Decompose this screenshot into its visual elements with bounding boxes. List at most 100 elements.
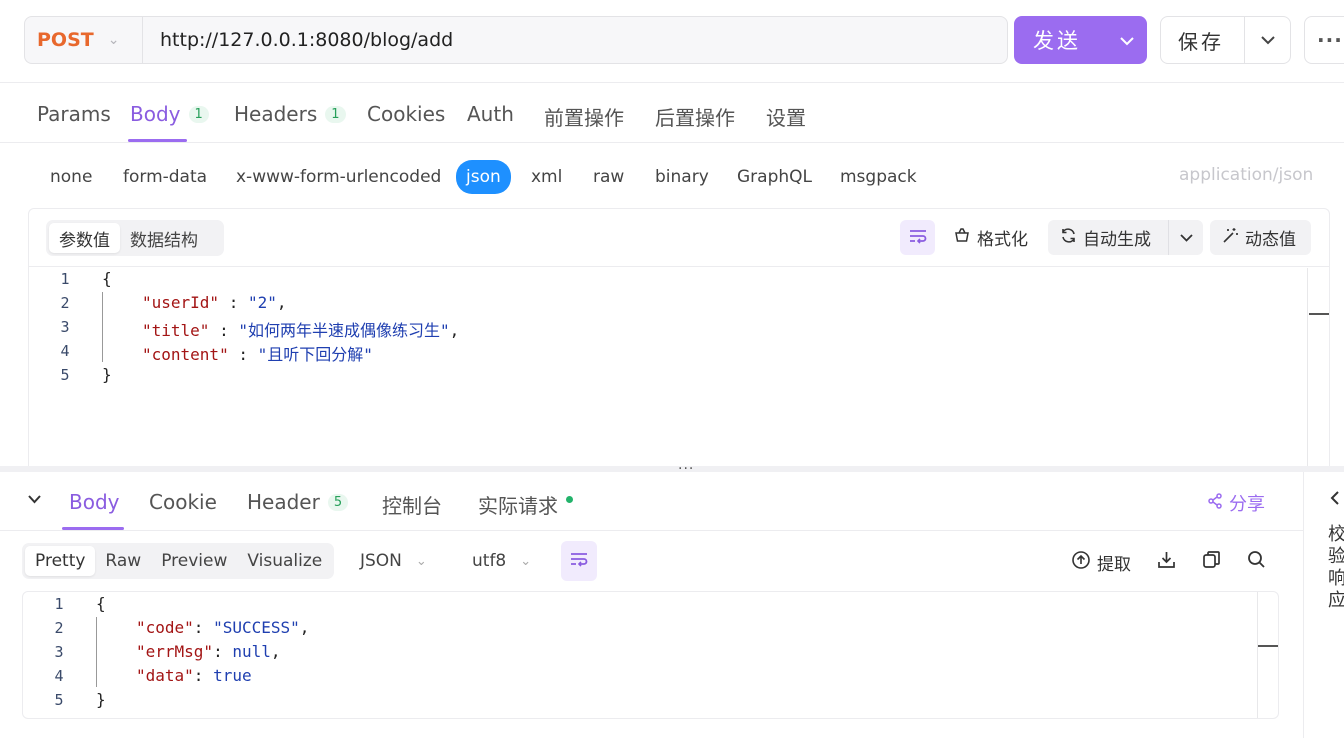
body-type-json[interactable]: json [456,160,511,194]
word-wrap-button[interactable] [561,541,597,581]
content-type-label: application/json [1179,165,1314,185]
line-number: 1 [60,270,70,288]
code-line: "title" : "如何两年半速成偶像练习生", [142,321,460,340]
json-key: "errMsg" [136,642,214,661]
auto-generate-button[interactable]: 自动生成 [1048,220,1203,255]
collapse-icon[interactable] [28,492,41,508]
method-label: POST [37,29,94,51]
count-badge: 1 [325,105,346,123]
tab-label: 设置 [766,106,806,130]
tab-cookies[interactable]: Cookies [367,102,445,126]
tab-label: Body [130,102,181,126]
tab-label: Headers [234,102,318,126]
response-tab-cookie[interactable]: Cookie [149,490,217,514]
chevron-down-icon: ⌄ [107,32,120,48]
tab-label: Cookie [149,490,217,514]
body-type-form-data[interactable]: form-data [123,165,207,189]
body-type-none[interactable]: none [50,165,92,189]
count-badge: 1 [188,105,209,123]
response-tab-body[interactable]: Body [69,490,120,514]
tab-post-script[interactable]: 后置操作 [655,102,735,131]
tab-pre-script[interactable]: 前置操作 [544,102,624,131]
chevron-down-icon[interactable] [1169,230,1203,246]
json-value: "且听下回分解" [257,345,373,364]
line-number: 4 [54,667,64,685]
send-button[interactable]: 发送 [1014,16,1147,64]
extract-button[interactable]: 提取 [1071,550,1131,575]
response-scrollbar[interactable] [1257,592,1258,718]
line-number: 4 [60,342,70,360]
format-icon [953,227,971,248]
scrollbar-thumb[interactable] [1258,645,1278,647]
seg-data-schema[interactable]: 数据结构 [120,223,208,253]
code-line: "code": "SUCCESS", [136,618,310,637]
json-value: "SUCCESS" [213,618,300,637]
word-wrap-button[interactable] [900,220,935,255]
tab-label: Auth [467,102,514,126]
download-icon[interactable] [1157,550,1176,569]
editor-mode-switch[interactable]: 参数值 数据结构 [46,220,224,256]
chevron-down-icon[interactable] [1106,31,1147,50]
json-value: null [232,642,271,661]
line-number: 3 [54,643,64,661]
tab-auth[interactable]: Auth [467,102,514,126]
response-tab-actual-request[interactable]: 实际请求 [478,490,573,519]
tab-label: Header [247,490,320,514]
format-select[interactable]: JSON ⌄ [360,551,427,571]
line-number: 3 [60,318,70,336]
drag-handle-icon[interactable]: ··· [678,461,694,477]
search-icon[interactable] [1247,550,1266,569]
view-raw[interactable]: Raw [95,546,151,576]
url-input[interactable]: http://127.0.0.1:8080/blog/add [142,16,1008,64]
code-line: { [96,594,106,613]
tab-body[interactable]: Body 1 [130,102,209,126]
chevron-down-icon: ⌄ [520,553,532,569]
response-tab-console[interactable]: 控制台 [382,490,442,519]
more-button[interactable]: ··· [1304,16,1344,64]
view-visualize[interactable]: Visualize [237,546,332,576]
method-select[interactable]: POST ⌄ [24,16,142,64]
response-view-switch[interactable]: Pretty Raw Preview Visualize [22,543,334,579]
divider [29,266,1329,267]
code-line: } [96,690,106,709]
body-type-binary[interactable]: binary [655,165,709,189]
body-type-xml[interactable]: xml [531,165,562,189]
view-pretty[interactable]: Pretty [25,546,96,576]
body-type-raw[interactable]: raw [593,165,624,189]
body-type-urlencoded[interactable]: x-www-form-urlencoded [236,165,441,189]
json-value: "如何两年半速成偶像练习生" [238,321,450,340]
validate-response-label[interactable]: 校验响应 [1328,524,1344,612]
save-button[interactable]: 保存 [1160,16,1291,64]
panel-splitter[interactable] [0,466,1344,472]
wrap-icon [569,551,589,571]
tab-label: 后置操作 [655,106,735,130]
share-button[interactable]: 分享 [1207,490,1265,516]
tab-settings[interactable]: 设置 [766,102,806,131]
chevron-down-icon[interactable] [1245,31,1290,49]
format-value: JSON [360,551,402,571]
chevron-left-icon[interactable] [1330,490,1340,509]
tab-label: 实际请求 [478,494,558,518]
format-button[interactable]: 格式化 [953,220,1028,255]
chevron-down-icon: ⌄ [415,553,427,569]
dynamic-value-button[interactable]: 动态值 [1210,220,1311,255]
body-type-msgpack[interactable]: msgpack [840,165,917,189]
body-type-graphql[interactable]: GraphQL [737,165,812,189]
json-key: "data" [136,666,194,685]
encoding-select[interactable]: utf8 ⌄ [472,551,531,571]
code-line: "data": true [136,666,252,685]
tab-headers[interactable]: Headers 1 [234,102,346,126]
format-label: 格式化 [977,230,1028,250]
editor-scrollbar[interactable] [1307,268,1308,466]
code-line: } [102,365,112,384]
save-label: 保存 [1161,17,1245,63]
scrollbar-thumb[interactable] [1309,313,1329,315]
tab-params[interactable]: Params [37,102,111,126]
line-number: 5 [60,366,70,384]
response-tab-header[interactable]: Header 5 [247,490,349,514]
seg-param-values[interactable]: 参数值 [49,223,120,253]
send-label: 发送 [1033,29,1081,53]
status-dot [566,496,573,503]
view-preview[interactable]: Preview [151,546,237,576]
copy-icon[interactable] [1202,550,1221,569]
